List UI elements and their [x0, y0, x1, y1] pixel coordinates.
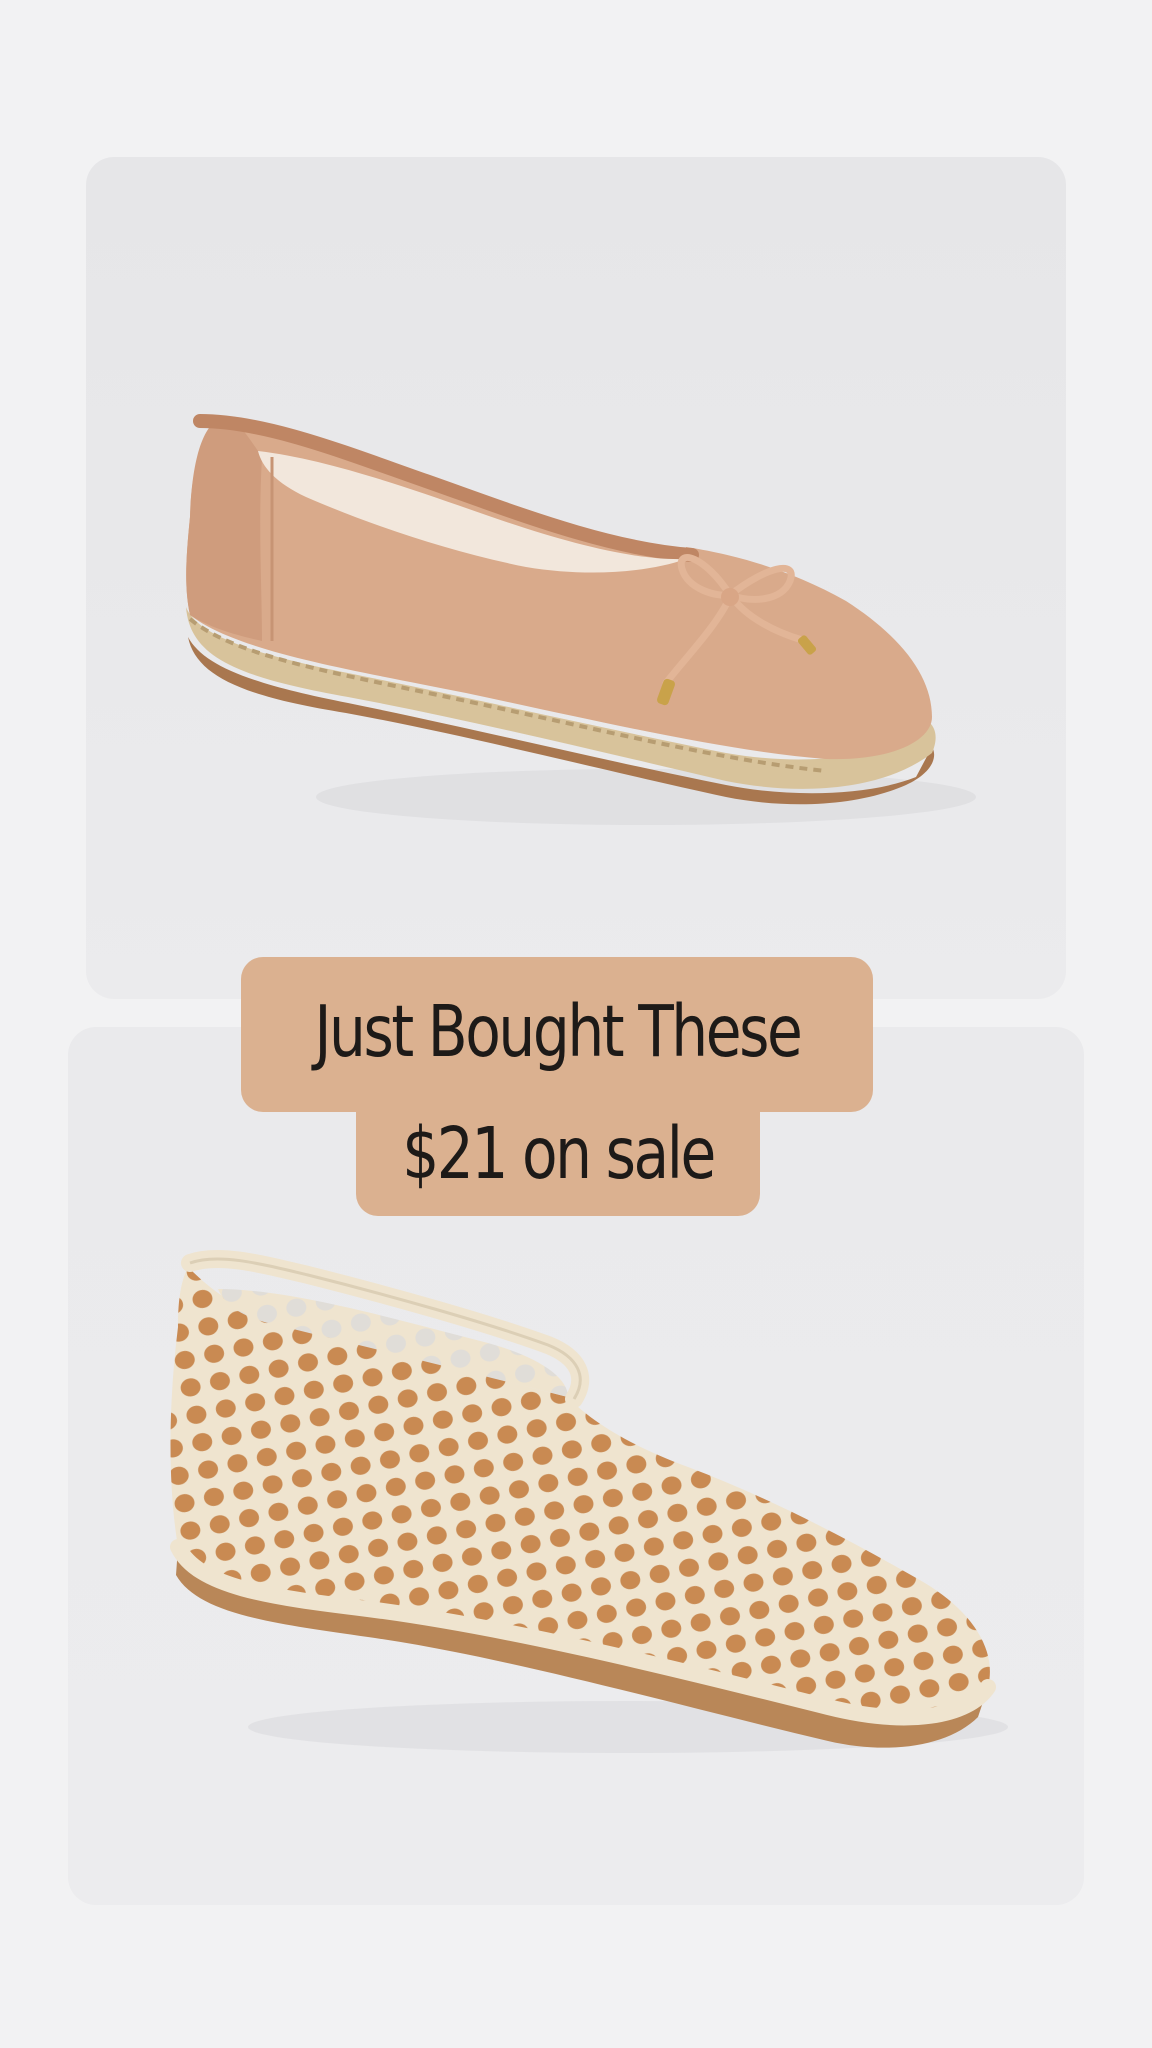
product-image-card-1 [86, 157, 1066, 999]
caption-line-2-text: $21 on sale [402, 1111, 716, 1195]
caption-line-2-badge: $21 on sale [356, 1100, 760, 1216]
caption-line-1-text: Just Bought These [313, 990, 802, 1073]
caption-line-1-badge: Just Bought These [241, 957, 873, 1112]
tan-ballet-flat-image [186, 414, 976, 825]
